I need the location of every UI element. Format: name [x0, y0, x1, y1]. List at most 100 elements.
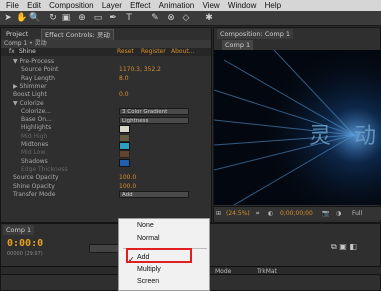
about-link[interactable]: About... — [171, 48, 194, 56]
puppet-tool-icon[interactable]: ✱ — [204, 13, 214, 23]
effect-fx-icon[interactable]: fx — [9, 48, 15, 56]
title-glyph: 灵 — [309, 124, 332, 149]
property-name: Transfer Mode — [13, 190, 56, 198]
tab-composition[interactable]: Composition: Comp 1 — [217, 29, 294, 39]
clone-tool-icon[interactable]: ⊗ — [166, 13, 176, 23]
menu-window[interactable]: Window — [228, 0, 256, 11]
property-name: Midtones — [21, 141, 49, 148]
property-name: Shadows — [21, 157, 48, 165]
property-name: Ray Length — [21, 74, 55, 82]
property-name: Mid High — [21, 132, 48, 140]
property-name: Mid Low — [21, 149, 46, 157]
effect-header: fx Shine Reset Register About... — [1, 48, 211, 56]
property-dropdown[interactable]: Lightness — [119, 116, 189, 124]
effect-property-row[interactable]: Source Opacity 100.0 — [1, 174, 209, 182]
effect-property-row[interactable]: Boost Light 0.0 — [1, 91, 209, 99]
effect-property-row[interactable]: Mid Low — [1, 149, 209, 159]
register-link[interactable]: Register — [141, 48, 166, 56]
menu-item-multiply[interactable]: Multiply — [137, 266, 161, 273]
tab-timeline-comp-1[interactable]: Comp 1 — [3, 225, 35, 235]
property-name: Base On... — [21, 116, 52, 124]
region-of-interest-icon[interactable]: ⊞ — [216, 207, 221, 221]
effect-property-row[interactable]: Midtones — [1, 141, 209, 150]
property-name: ▼ Pre-Process — [13, 58, 54, 65]
effect-property-row[interactable]: Colorize... 3 Color Gradient — [1, 108, 209, 116]
tab-comp-1[interactable]: Comp 1 — [222, 40, 254, 50]
effect-property-row[interactable]: Shadows — [1, 157, 209, 167]
menu-item-screen[interactable]: Screen — [137, 278, 159, 285]
effect-properties-list: ▼ Pre-Process Source Point 1170.3, 352.2 Ra… — [1, 58, 211, 224]
menu-file[interactable]: File — [6, 0, 19, 11]
menu-item-normal[interactable]: Normal — [137, 235, 160, 242]
property-name: ▼ Colorize — [13, 99, 44, 107]
menu-bar: File Edit Composition Layer Effect Anima… — [0, 0, 381, 11]
title-glyph: 动 — [354, 124, 377, 149]
property-name: Highlights — [21, 124, 52, 132]
effect-property-row[interactable]: Mid High — [1, 132, 209, 142]
property-dropdown[interactable]: 3 Color Gradient — [119, 108, 189, 116]
property-dropdown[interactable]: Add — [119, 191, 189, 199]
effect-property-row[interactable]: ▶ Shimmer — [1, 83, 209, 91]
timeline-timecode[interactable]: 0:00:0 — [7, 238, 43, 249]
property-name: Shine Opacity — [13, 182, 55, 190]
effect-property-row[interactable]: Ray Length 8.0 — [1, 75, 209, 83]
property-name: Source Opacity — [13, 174, 59, 182]
property-name: Edge Thickness — [21, 165, 68, 173]
resolution-dropdown[interactable]: Full — [352, 207, 362, 221]
zoom-dropdown[interactable]: (24.5%) — [226, 207, 250, 221]
menu-view[interactable]: View — [202, 0, 219, 11]
frame-readout: 00000 (29.97) — [7, 251, 43, 257]
show-snapshot-icon[interactable]: ◑ — [336, 207, 341, 221]
effect-property-row[interactable]: ▼ Pre-Process — [1, 58, 209, 66]
effect-name: Shine — [19, 48, 36, 55]
menu-edit[interactable]: Edit — [27, 0, 41, 11]
viewer-controls: ⊞ (24.5%) ⌗ ◐ 0;00;00;00 📷 ◑ Full — [214, 206, 381, 220]
property-name: Source Point — [21, 66, 59, 74]
comp-path: Comp 1 • 灵动 — [1, 40, 211, 48]
pan-behind-tool-icon[interactable]: ⊕ — [77, 13, 87, 23]
effect-property-row[interactable]: ▼ Colorize — [1, 100, 209, 108]
mask-tool-icon[interactable]: ▭ — [93, 13, 103, 23]
property-value[interactable]: 8.0 — [119, 75, 129, 83]
menu-layer[interactable]: Layer — [102, 0, 122, 11]
pen-tool-icon[interactable]: ✒ — [108, 13, 118, 23]
text-tool-icon[interactable]: T — [124, 13, 134, 23]
rotate-tool-icon[interactable]: ↻ — [48, 13, 58, 23]
property-name: ▶ Shimmer — [13, 82, 47, 90]
channel-icon[interactable]: ◐ — [268, 207, 273, 221]
hand-tool-icon[interactable]: ✋ — [16, 13, 27, 23]
trkmat-column-header: TrkMat — [257, 268, 277, 275]
menu-item-none[interactable]: None — [137, 222, 154, 229]
camera-tool-icon[interactable]: ▣ — [61, 13, 71, 23]
menu-effect[interactable]: Effect — [130, 0, 150, 11]
current-time-display[interactable]: 0;00;00;00 — [280, 207, 313, 221]
menu-animation[interactable]: Animation — [159, 0, 195, 11]
effect-property-row[interactable]: Edge Thickness — [1, 166, 209, 174]
tools-toolbar: ➤ ✋ 🔍 ↻ ▣ ⊕ ▭ ✒ T ✎ ⊗ ◇ ✱ — [0, 11, 381, 26]
effect-property-row[interactable]: Base On... Lightness — [1, 116, 209, 124]
tab-project[interactable]: Project — [3, 29, 31, 39]
effect-controls-panel: Project Effect Controls: 灵动 Comp 1 • 灵动 … — [0, 27, 212, 223]
brush-tool-icon[interactable]: ✎ — [150, 13, 160, 23]
effect-property-row[interactable]: Shine Opacity 100.0 — [1, 183, 209, 191]
reset-link[interactable]: Reset — [117, 48, 134, 56]
eraser-tool-icon[interactable]: ◇ — [181, 13, 191, 23]
zoom-tool-icon[interactable]: 🔍 — [29, 13, 40, 23]
menu-composition[interactable]: Composition — [49, 0, 93, 11]
selection-highlight-box — [126, 248, 192, 263]
property-value[interactable]: 100.0 — [119, 174, 136, 182]
property-value[interactable]: 1170.3, 352.2 — [119, 66, 161, 74]
menu-help[interactable]: Help — [265, 0, 281, 11]
property-name: Colorize... — [21, 107, 51, 115]
composition-viewer[interactable]: 灵 动 — [214, 50, 381, 205]
mode-column-header: Mode — [215, 268, 232, 275]
timeline-switch-icons[interactable]: ⧉ ▣ ◧ — [331, 242, 357, 252]
snapshot-icon[interactable]: 📷 — [322, 207, 329, 221]
selection-tool-icon[interactable]: ➤ — [3, 13, 13, 23]
property-value[interactable]: 0.0 — [119, 91, 129, 99]
effect-property-row[interactable]: Highlights — [1, 124, 209, 134]
property-value[interactable]: 100.0 — [119, 183, 136, 191]
effect-property-row[interactable]: Transfer Mode Add — [1, 191, 209, 199]
effect-property-row[interactable]: Source Point 1170.3, 352.2 — [1, 66, 209, 74]
grid-icon[interactable]: ⌗ — [256, 207, 259, 221]
